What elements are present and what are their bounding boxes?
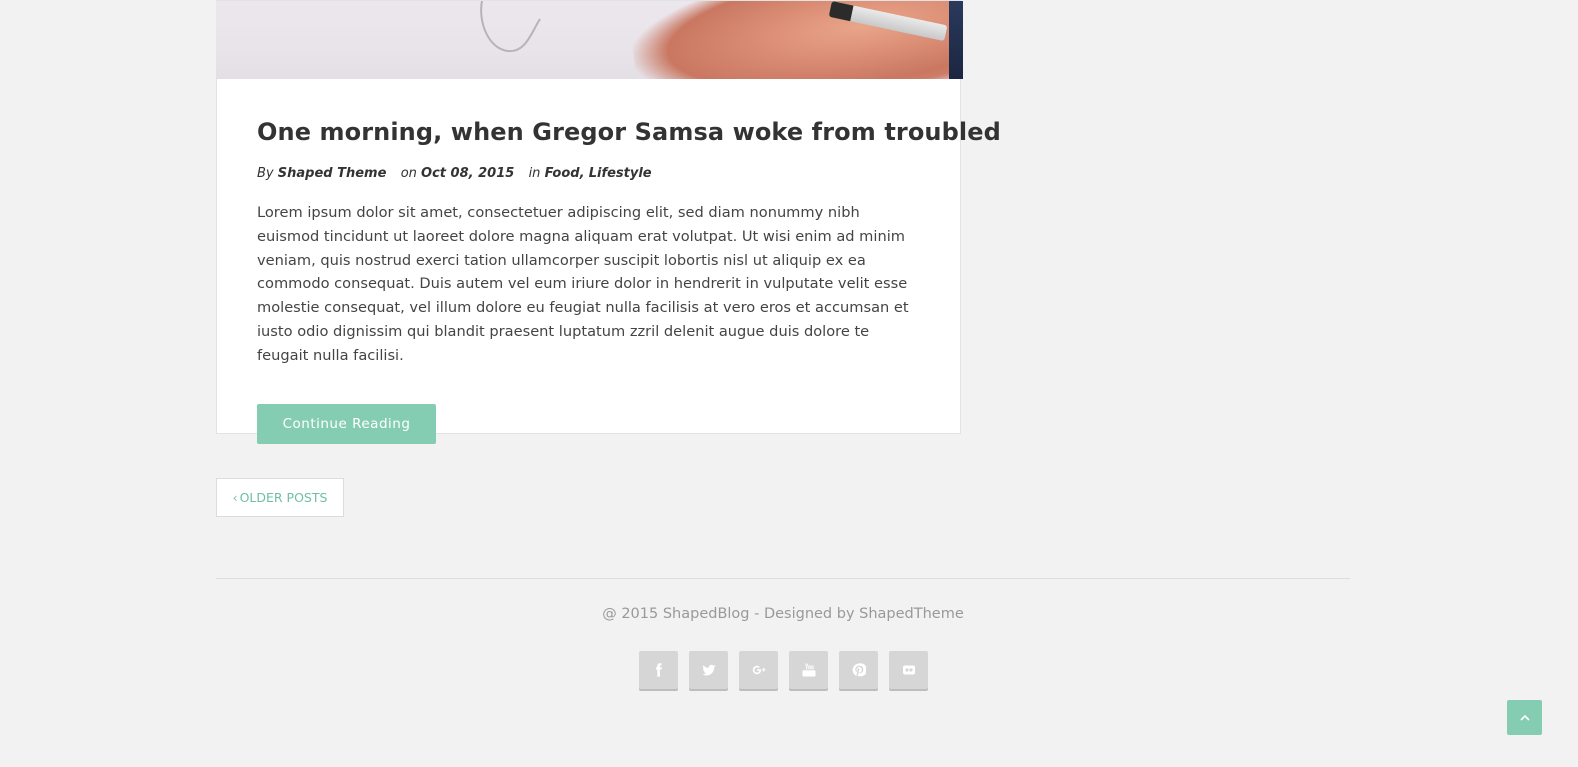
chevron-up-icon — [1519, 714, 1530, 721]
youtube-button[interactable] — [789, 651, 828, 689]
category-link-food[interactable]: Food — [545, 166, 580, 181]
older-posts-button[interactable]: ‹ OLDER POSTS — [216, 478, 344, 517]
facebook-button[interactable] — [639, 651, 678, 689]
post-body: One morning, when Gregor Samsa woke from… — [257, 79, 1001, 445]
google-plus-icon — [752, 665, 765, 675]
by-label: By — [257, 166, 274, 181]
post-meta: By Shaped Theme on Oct 08, 2015 in Food,… — [257, 166, 927, 182]
continue-reading-button[interactable]: Continue Reading — [257, 404, 436, 445]
post-featured-image[interactable] — [216, 1, 963, 79]
youtube-icon — [802, 663, 815, 677]
category-link-lifestyle[interactable]: Lifestyle — [589, 166, 652, 181]
post-excerpt: Lorem ipsum dolor sit amet, consectetuer… — [257, 204, 909, 364]
post-card: One morning, when Gregor Samsa woke from… — [216, 0, 1001, 445]
flickr-icon — [902, 665, 915, 675]
pinterest-button[interactable] — [839, 651, 878, 689]
back-to-top-button[interactable] — [1507, 700, 1542, 735]
footer-divider — [216, 578, 1350, 579]
pinterest-icon — [852, 663, 866, 677]
post-title[interactable]: One morning, when Gregor Samsa woke from… — [257, 117, 1001, 147]
facebook-icon — [655, 663, 662, 677]
twitter-icon — [701, 664, 715, 676]
post-date-link[interactable]: Oct 08, 2015 — [421, 166, 514, 181]
google-plus-button[interactable] — [739, 651, 778, 689]
category-separator: , — [579, 166, 585, 181]
page: One morning, when Gregor Samsa woke from… — [0, 0, 1578, 767]
chevron-left-icon: ‹ — [232, 490, 238, 505]
twitter-button[interactable] — [689, 651, 728, 689]
social-links — [639, 651, 928, 689]
on-label: on — [400, 166, 417, 181]
flickr-button[interactable] — [889, 651, 928, 689]
footer-copyright: @ 2015 ShapedBlog - Designed by ShapedTh… — [602, 606, 964, 622]
post-author-link[interactable]: Shaped Theme — [278, 166, 387, 181]
in-label: in — [528, 166, 541, 181]
older-posts-label: OLDER POSTS — [239, 490, 328, 505]
